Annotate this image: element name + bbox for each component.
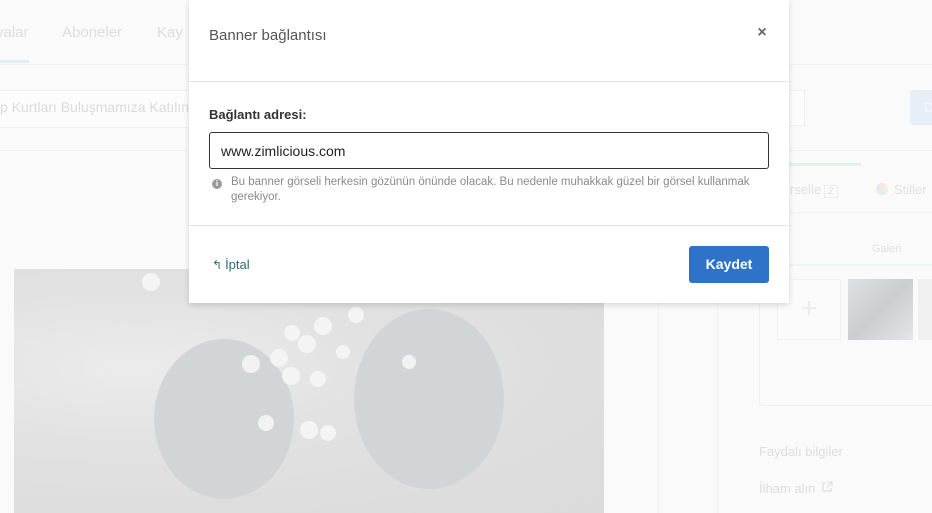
cancel-label: İptal: [225, 257, 250, 272]
url-input[interactable]: [209, 132, 769, 169]
dialog-footer-divider: [189, 225, 789, 226]
close-icon[interactable]: ×: [754, 24, 770, 42]
back-arrow-icon: ↰: [212, 258, 223, 272]
url-field-label: Bağlantı adresi:: [209, 107, 307, 122]
dialog-title: Banner bağlantısı: [209, 27, 327, 44]
help-text: Bu banner görseli herkesin gözünün önünd…: [231, 176, 750, 203]
save-button[interactable]: Kaydet: [689, 246, 769, 283]
banner-link-dialog: Banner bağlantısı × Bağlantı adresi: i B…: [189, 0, 789, 303]
info-icon: i: [212, 179, 222, 189]
cancel-button[interactable]: ↰ İptal: [212, 257, 250, 272]
dialog-header-divider: [189, 81, 789, 82]
